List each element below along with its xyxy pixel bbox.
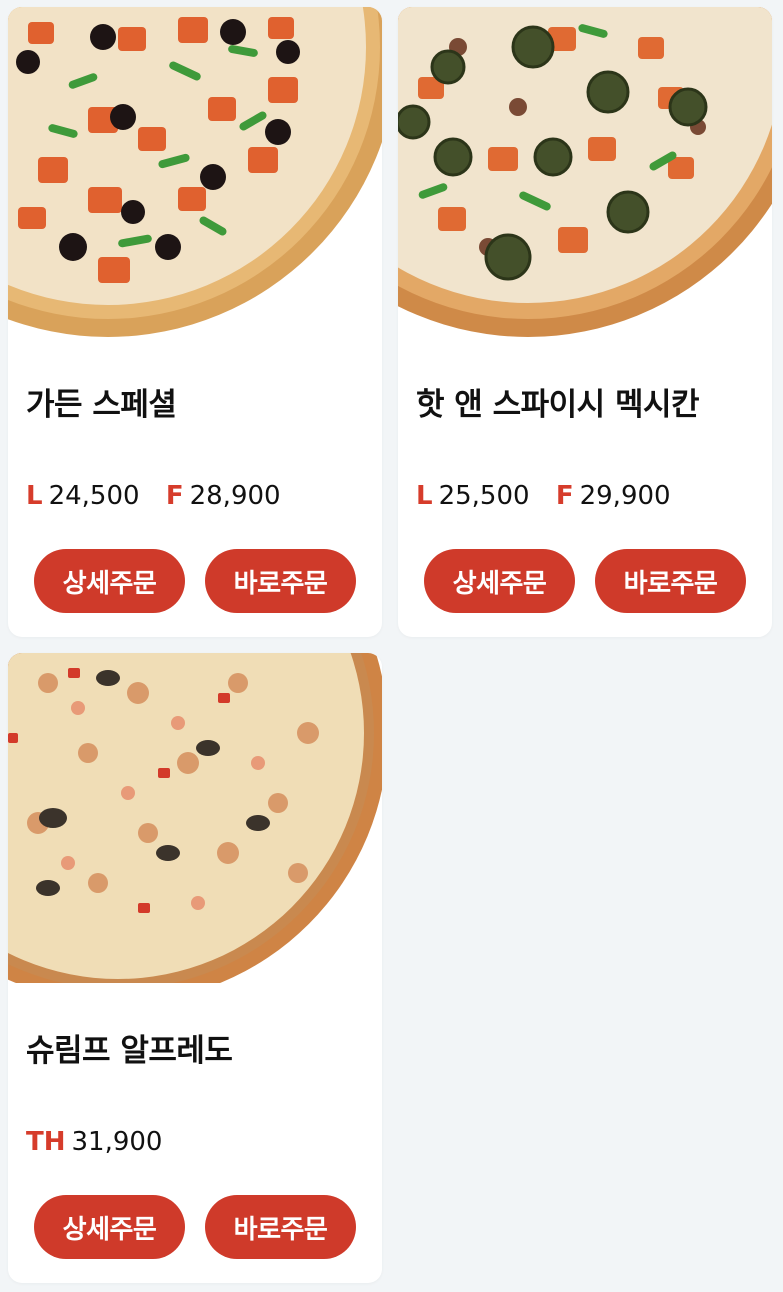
- card-actions: 상세주문 바로주문: [424, 549, 746, 613]
- product-card[interactable]: 핫 앤 스파이시 멕시칸 L 25,500 F 29,900 상세주문 바로주문: [398, 7, 772, 637]
- product-card[interactable]: 슈림프 알프레도 TH 31,900 상세주문 바로주문: [8, 653, 382, 1283]
- price-value: 29,900: [579, 481, 671, 511]
- product-name: 핫 앤 스파이시 멕시칸: [416, 387, 700, 423]
- product-prices: L 24,500 F 28,900: [26, 481, 299, 511]
- size-label: F: [165, 481, 184, 511]
- price-value: 25,500: [438, 481, 530, 511]
- detail-order-button[interactable]: 상세주문: [34, 1195, 185, 1259]
- product-card[interactable]: 가든 스페셜 L 24,500 F 28,900 상세주문 바로주문: [8, 7, 382, 637]
- pizza-image-garden-special[interactable]: [8, 7, 382, 337]
- pizza-image-shrimp-alfredo[interactable]: [8, 653, 382, 983]
- card-actions: 상세주문 바로주문: [34, 1195, 356, 1259]
- price-value: 28,900: [189, 481, 281, 511]
- quick-order-button[interactable]: 바로주문: [205, 549, 356, 613]
- quick-order-button[interactable]: 바로주문: [205, 1195, 356, 1259]
- size-label: TH: [26, 1127, 66, 1157]
- product-prices: TH 31,900: [26, 1127, 180, 1157]
- detail-order-button[interactable]: 상세주문: [34, 549, 185, 613]
- card-actions: 상세주문 바로주문: [34, 549, 356, 613]
- product-prices: L 25,500 F 29,900: [416, 481, 689, 511]
- product-name: 가든 스페셜: [26, 387, 177, 423]
- detail-order-button[interactable]: 상세주문: [424, 549, 575, 613]
- price-value: 31,900: [71, 1127, 163, 1157]
- size-label: L: [416, 481, 433, 511]
- quick-order-button[interactable]: 바로주문: [595, 549, 746, 613]
- pizza-image-hot-spicy-mexican[interactable]: [398, 7, 772, 337]
- size-label: L: [26, 481, 43, 511]
- price-value: 24,500: [48, 481, 140, 511]
- size-label: F: [555, 481, 574, 511]
- product-name: 슈림프 알프레도: [26, 1033, 233, 1069]
